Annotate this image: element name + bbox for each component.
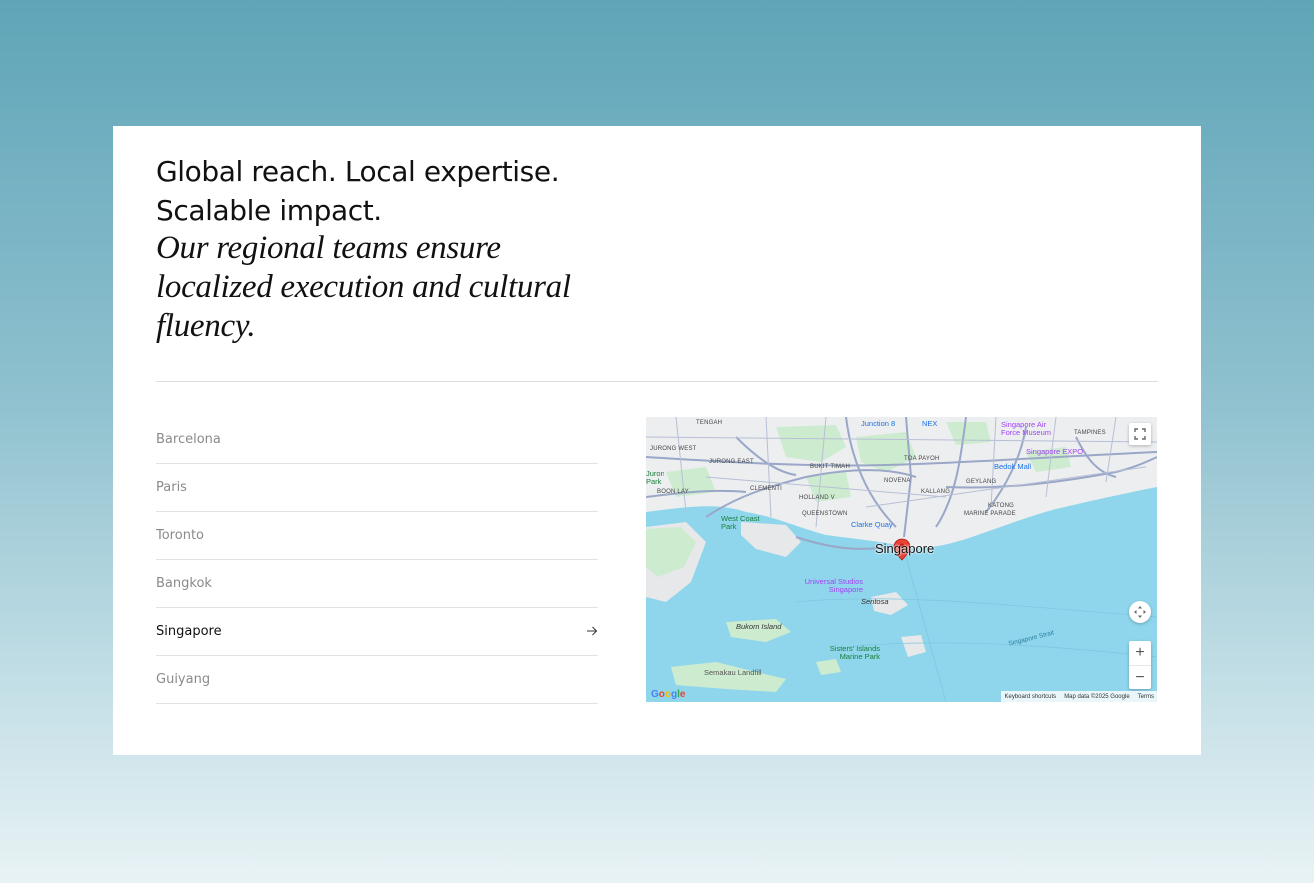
- city-item-singapore[interactable]: Singapore: [156, 608, 598, 656]
- map-area-label: TOA PAYOH: [904, 456, 940, 462]
- fullscreen-button[interactable]: [1129, 423, 1151, 445]
- locations-card: Global reach. Local expertise. Scalable …: [113, 126, 1201, 755]
- map-poi[interactable]: West Coast Park: [721, 515, 761, 531]
- city-list: Barcelona Paris Toronto Bangkok Singapor…: [156, 416, 598, 704]
- map-poi[interactable]: Clarke Quay: [851, 520, 893, 529]
- city-item-barcelona[interactable]: Barcelona: [156, 416, 598, 464]
- map-area-label: BOON LAY: [657, 489, 689, 495]
- city-label: Toronto: [156, 528, 204, 543]
- map-area-label: NOVENA: [884, 478, 911, 484]
- map-poi[interactable]: Junction 8: [861, 419, 895, 428]
- city-label: Barcelona: [156, 432, 221, 447]
- map-area-label: GEYLANG: [966, 479, 997, 485]
- terms-link[interactable]: Terms: [1138, 694, 1154, 700]
- map-poi[interactable]: Universal Studios Singapore: [793, 578, 863, 594]
- street-view-button[interactable]: [1129, 601, 1151, 623]
- city-label: Guiyang: [156, 672, 211, 687]
- google-logo: Google: [651, 689, 686, 700]
- map-poi[interactable]: Singapore Air Force Museum: [1001, 421, 1056, 437]
- city-item-toronto[interactable]: Toronto: [156, 512, 598, 560]
- map-poi[interactable]: Bedok Mall: [994, 462, 1031, 471]
- map-area-label: HOLLAND V: [799, 495, 835, 501]
- zoom-out-button[interactable]: −: [1129, 666, 1151, 690]
- map-area-label: KATONG: [988, 503, 1014, 509]
- map-poi[interactable]: Jurong Park: [646, 470, 664, 486]
- fullscreen-icon: [1134, 428, 1146, 440]
- zoom-controls: + −: [1129, 641, 1151, 689]
- city-item-bangkok[interactable]: Bangkok: [156, 560, 598, 608]
- map-poi[interactable]: Sisters' Islands Marine Park: [818, 645, 880, 661]
- map[interactable]: TENGAH JURONG WEST JURONG EAST BOON LAY …: [646, 417, 1157, 702]
- headline: Global reach. Local expertise. Scalable …: [156, 155, 560, 227]
- map-poi[interactable]: Semakau Landfill: [704, 668, 762, 677]
- map-area-label: JURONG WEST: [650, 446, 697, 452]
- map-area-label: KALLANG: [921, 489, 951, 495]
- map-area-label: JURONG EAST: [709, 459, 754, 465]
- map-area-label: CLEMENTI: [750, 486, 782, 492]
- move-arrows-icon: [1134, 606, 1146, 618]
- arrow-right-icon: [587, 626, 598, 636]
- map-area-label: QUEENSTOWN: [802, 511, 848, 517]
- subheadline: Our regional teams ensure localized exec…: [156, 230, 571, 344]
- divider: [156, 381, 1158, 382]
- map-city-label: Singapore: [875, 541, 935, 556]
- city-item-paris[interactable]: Paris: [156, 464, 598, 512]
- map-poi[interactable]: Sentosa: [861, 597, 889, 606]
- city-item-guiyang[interactable]: Guiyang: [156, 656, 598, 704]
- map-attribution: Keyboard shortcuts Map data ©2025 Google…: [1001, 691, 1157, 702]
- city-label: Singapore: [156, 624, 222, 639]
- map-area-label: MARINE PARADE: [964, 511, 1016, 517]
- map-area-label: TENGAH: [696, 420, 723, 426]
- map-data-text: Map data ©2025 Google: [1064, 693, 1130, 700]
- city-label: Bangkok: [156, 576, 212, 591]
- map-poi[interactable]: Bukom Island: [736, 622, 781, 631]
- map-poi[interactable]: NEX: [922, 419, 937, 428]
- zoom-in-button[interactable]: +: [1129, 641, 1151, 665]
- map-area-label: BUKIT TIMAH: [810, 464, 850, 470]
- keyboard-shortcuts-link[interactable]: Keyboard shortcuts: [1004, 694, 1056, 700]
- map-area-label: TAMPINES: [1074, 430, 1106, 436]
- city-label: Paris: [156, 480, 187, 495]
- map-poi[interactable]: Singapore EXPO: [1026, 447, 1083, 456]
